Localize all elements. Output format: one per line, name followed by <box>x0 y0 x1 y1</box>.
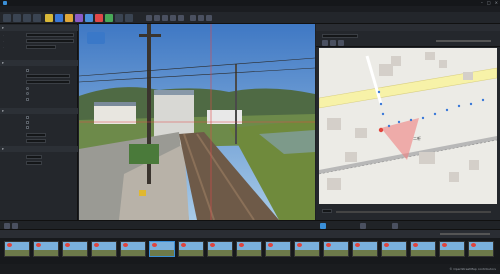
map-toolbar <box>316 31 500 47</box>
flip-icon[interactable] <box>170 15 176 21</box>
person-icon[interactable] <box>75 14 83 22</box>
toolbar <box>0 12 500 24</box>
zoom-in-icon[interactable] <box>146 15 152 21</box>
thumbnail[interactable] <box>91 241 117 257</box>
thumbnail[interactable] <box>410 241 436 257</box>
number-field-4[interactable] <box>26 161 42 165</box>
export-button[interactable] <box>320 223 326 229</box>
map-place-label: 二軒 <box>413 136 421 141</box>
thumbnail-selected[interactable] <box>149 241 175 257</box>
thumbnail[interactable] <box>62 241 88 257</box>
filmstrip-header <box>0 230 500 238</box>
thumbnail[interactable] <box>381 241 407 257</box>
thumbnail[interactable] <box>207 241 233 257</box>
radio-1[interactable] <box>26 87 29 90</box>
thumbnail[interactable] <box>439 241 465 257</box>
status-bar: © OpenStreetMap contributors <box>0 264 500 274</box>
gps-icon[interactable] <box>330 40 336 46</box>
open-folder-icon[interactable] <box>3 14 11 22</box>
fullscreen-icon[interactable] <box>206 15 212 21</box>
tag-icon[interactable] <box>95 14 103 22</box>
thumbnail[interactable] <box>120 241 146 257</box>
railway-photo <box>79 24 315 220</box>
field-label: · <box>3 39 4 43</box>
thumbnail[interactable] <box>294 241 320 257</box>
map-progress <box>336 211 491 213</box>
zoom-slider[interactable] <box>436 40 491 42</box>
text-field-1[interactable] <box>26 33 74 37</box>
street-map: 二軒 <box>319 48 497 204</box>
thumbnail[interactable] <box>4 241 30 257</box>
thumbnail[interactable] <box>178 241 204 257</box>
grid-view-icon[interactable] <box>13 14 21 22</box>
field-label: · <box>3 33 4 37</box>
map-footer <box>316 206 500 220</box>
filter-icon[interactable] <box>12 223 18 229</box>
chevron-down-icon: ▾ <box>2 26 5 30</box>
previous-icon[interactable] <box>190 15 196 21</box>
zoom-out-icon[interactable] <box>154 15 160 21</box>
copyright-text: © OpenStreetMap contributors <box>449 267 496 271</box>
window-controls: – □ × <box>481 1 498 5</box>
photo-viewer[interactable] <box>79 24 315 220</box>
delete-button[interactable] <box>392 223 398 229</box>
upload-icon[interactable] <box>85 14 93 22</box>
thumbnail[interactable] <box>265 241 291 257</box>
text-field-2[interactable] <box>26 39 74 43</box>
checkbox-5[interactable] <box>26 126 29 129</box>
properties-panel: ▾ · · · ▾ ▾ ▾ <box>0 24 78 220</box>
network-icon[interactable] <box>115 14 123 22</box>
export-icon[interactable] <box>125 14 133 22</box>
section-header-1[interactable]: ▾ <box>0 25 78 31</box>
gps-icon[interactable] <box>105 14 113 22</box>
map-type-select[interactable] <box>322 34 358 38</box>
action-row <box>0 220 500 230</box>
save-icon[interactable] <box>23 14 31 22</box>
minimize-icon[interactable]: – <box>481 1 483 5</box>
close-icon[interactable]: × <box>495 1 498 5</box>
section-header-3[interactable]: ▾ <box>0 108 78 114</box>
radio-2[interactable] <box>26 92 29 95</box>
pan-icon[interactable] <box>322 40 328 46</box>
checkbox-2[interactable] <box>26 98 29 101</box>
route-icon[interactable] <box>338 40 344 46</box>
field-label: · <box>3 45 4 49</box>
app-logo-icon <box>3 1 7 5</box>
coordinate-field[interactable] <box>322 209 332 213</box>
chevron-down-icon: ▾ <box>2 61 5 65</box>
crop-icon[interactable] <box>178 15 184 21</box>
list-button[interactable] <box>360 223 366 229</box>
map-pin-icon[interactable] <box>55 14 63 22</box>
thumbnail[interactable] <box>468 241 494 257</box>
map-panel-header <box>316 24 500 31</box>
section-header-2[interactable]: ▾ <box>0 60 78 66</box>
thumbnail[interactable] <box>33 241 59 257</box>
folder-icon[interactable] <box>4 223 10 229</box>
dropdown-2[interactable] <box>26 80 70 84</box>
section-header-4[interactable]: ▾ <box>0 146 78 152</box>
checkbox-3[interactable] <box>26 116 29 119</box>
number-field-3[interactable] <box>26 155 42 159</box>
checkbox-4[interactable] <box>26 121 29 124</box>
dropdown-1[interactable] <box>26 74 70 78</box>
thumbnail[interactable] <box>236 241 262 257</box>
camera-icon[interactable] <box>65 14 73 22</box>
maximize-icon[interactable]: □ <box>487 1 491 5</box>
thumbnail-size-slider[interactable] <box>440 233 490 235</box>
text-field-3[interactable] <box>26 45 56 49</box>
number-field-2[interactable] <box>26 139 46 143</box>
settings-icon[interactable] <box>33 14 41 22</box>
next-icon[interactable] <box>198 15 204 21</box>
number-field-1[interactable] <box>26 133 46 137</box>
thumbnail[interactable] <box>352 241 378 257</box>
thumbnail[interactable] <box>323 241 349 257</box>
chevron-down-icon: ▾ <box>2 147 5 151</box>
map-view[interactable]: 二軒 <box>319 48 497 204</box>
checkbox-1[interactable] <box>26 69 29 72</box>
star-icon[interactable] <box>45 14 53 22</box>
rotate-icon[interactable] <box>162 15 168 21</box>
chevron-down-icon: ▾ <box>2 109 5 113</box>
